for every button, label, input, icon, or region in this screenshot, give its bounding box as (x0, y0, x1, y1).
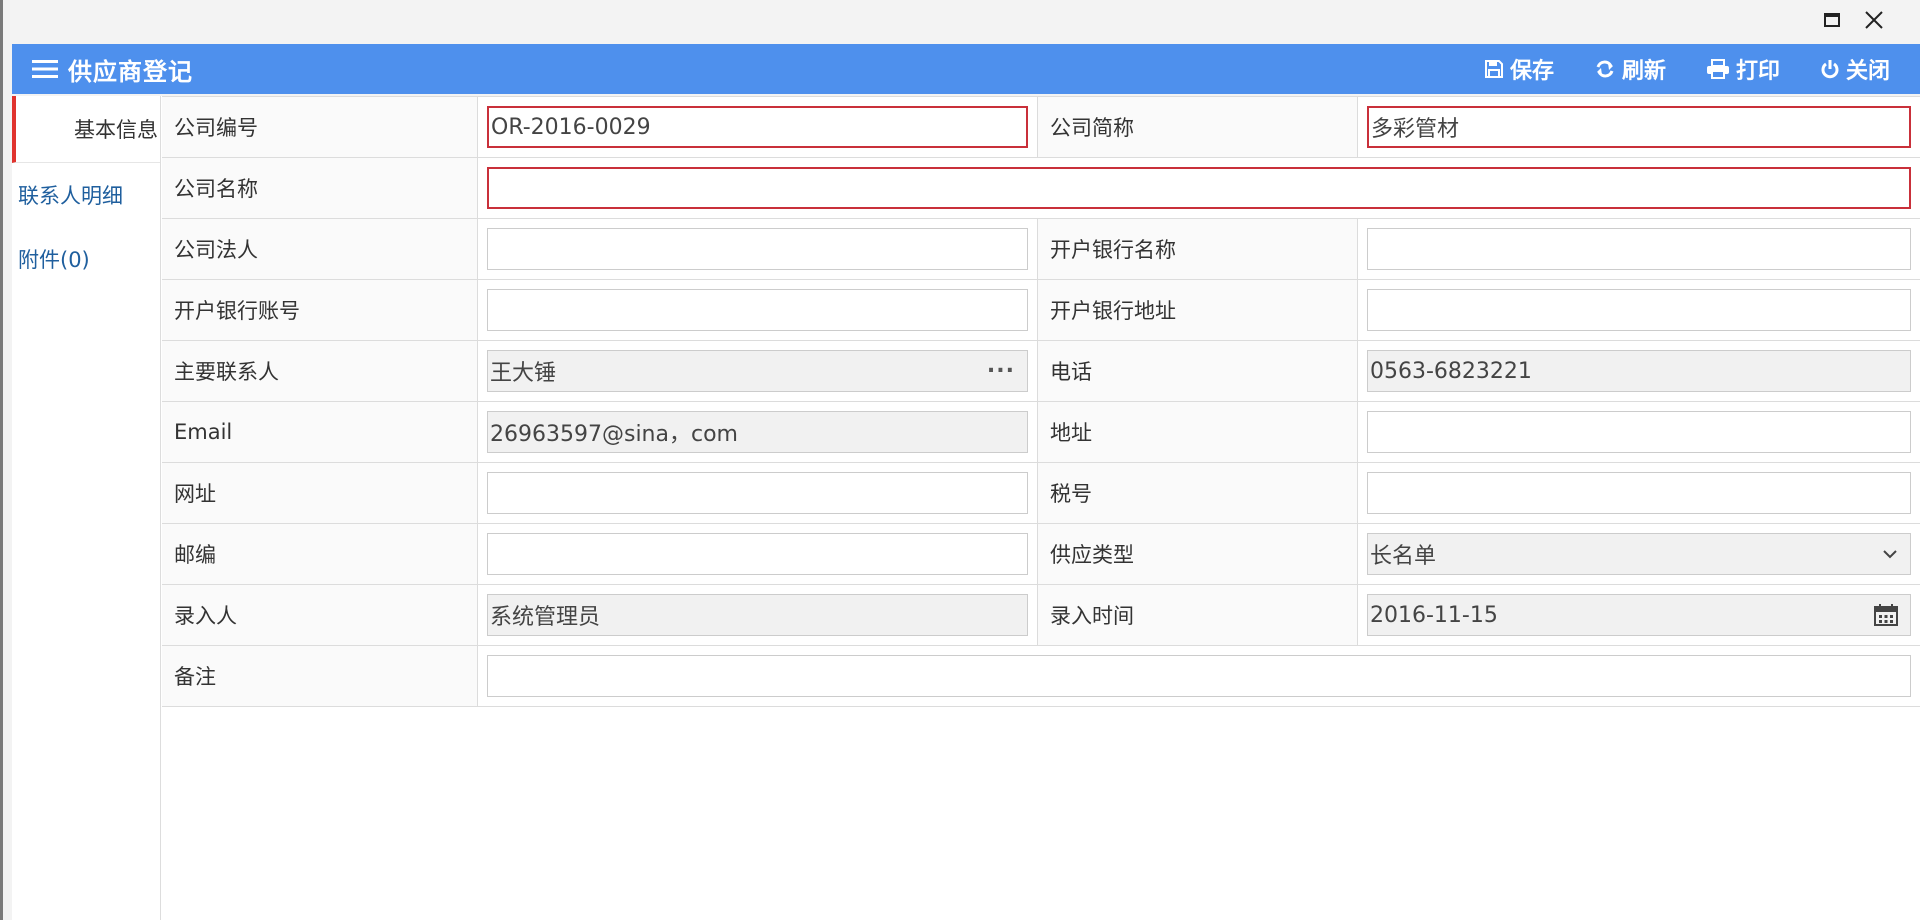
main-contact-value: 王大锤 (490, 361, 557, 386)
header-title-group: 供应商登记 (32, 52, 193, 87)
tab-attachments-label: 附件(0) (18, 248, 90, 272)
bank-account-input[interactable] (487, 289, 1028, 331)
form-row: 公司编号 OR-2016-0029 公司简称 多彩管材 (162, 96, 1920, 158)
postcode-label: 邮编 (162, 524, 478, 584)
address-label: 地址 (1038, 402, 1358, 462)
entry-time-label: 录入时间 (1038, 585, 1358, 645)
save-icon (1484, 60, 1503, 78)
email-input[interactable]: 26963597@sina，com (487, 411, 1028, 453)
refresh-label: 刷新 (1621, 59, 1666, 84)
close-window-button[interactable] (1862, 8, 1886, 32)
company-name-label: 公司名称 (162, 158, 478, 218)
power-icon (1821, 60, 1839, 79)
maximize-icon (1824, 13, 1840, 27)
tax-no-label: 税号 (1038, 463, 1358, 523)
tab-contacts[interactable]: 联系人明细 (12, 163, 160, 227)
phone-label: 电话 (1038, 341, 1358, 401)
print-label: 打印 (1735, 59, 1780, 84)
form-row: 录入人 系统管理员 录入时间 2016-11-15 (162, 585, 1920, 646)
entered-by-input: 系统管理员 (487, 594, 1028, 636)
entry-time-input[interactable]: 2016-11-15 (1367, 594, 1911, 636)
form-row: Email 26963597@sina，com 地址 (162, 402, 1920, 463)
tab-attachments[interactable]: 附件(0) (12, 227, 160, 291)
maximize-button[interactable] (1820, 8, 1844, 32)
save-label: 保存 (1509, 59, 1554, 84)
bank-account-label: 开户银行账号 (162, 280, 478, 340)
supplier-form: 公司编号 OR-2016-0029 公司简称 多彩管材 公司名称 公司法人 开户… (162, 96, 1920, 707)
form-row: 主要联系人 王大锤 ··· 电话 0563-6823221 (162, 341, 1920, 402)
company-code-input[interactable]: OR-2016-0029 (487, 106, 1028, 148)
supply-type-value: 长名单 (1370, 544, 1437, 569)
refresh-icon (1596, 60, 1614, 78)
form-row: 网址 税号 (162, 463, 1920, 524)
entry-time-value: 2016-11-15 (1370, 602, 1498, 628)
postcode-input[interactable] (487, 533, 1028, 575)
main-contact-input[interactable]: 王大锤 ··· (487, 350, 1028, 392)
tab-basic-info[interactable]: 基本信息 (12, 96, 160, 163)
email-label: Email (162, 402, 478, 462)
legal-person-label: 公司法人 (162, 219, 478, 279)
company-short-input[interactable]: 多彩管材 (1367, 106, 1911, 148)
company-short-label: 公司简称 (1038, 97, 1358, 157)
remarks-input[interactable] (487, 655, 1911, 697)
company-name-input[interactable] (487, 167, 1911, 209)
window-left-border (0, 0, 3, 920)
website-input[interactable] (487, 472, 1028, 514)
form-row: 备注 (162, 646, 1920, 707)
phone-input[interactable]: 0563-6823221 (1367, 350, 1911, 392)
header-bar: 供应商登记 保存 刷新 打印 关闭 (12, 44, 1920, 94)
toolbar: 保存 刷新 打印 关闭 (1444, 44, 1890, 94)
refresh-button[interactable]: 刷新 (1594, 53, 1666, 85)
bank-address-label: 开户银行地址 (1038, 280, 1358, 340)
form-row: 邮编 供应类型 长名单 (162, 524, 1920, 585)
close-button[interactable]: 关闭 (1820, 53, 1890, 85)
tax-no-input[interactable] (1367, 472, 1911, 514)
address-input[interactable] (1367, 411, 1911, 453)
tab-contacts-label: 联系人明细 (18, 184, 123, 208)
tab-basic-info-label: 基本信息 (74, 118, 158, 142)
bank-name-label: 开户银行名称 (1038, 219, 1358, 279)
window-controls (1820, 8, 1886, 32)
company-code-label: 公司编号 (162, 97, 478, 157)
sidebar: 基本信息 联系人明细 附件(0) (12, 96, 161, 920)
close-label: 关闭 (1845, 59, 1890, 84)
main-contact-label: 主要联系人 (162, 341, 478, 401)
form-row: 公司法人 开户银行名称 (162, 219, 1920, 280)
chevron-down-icon[interactable] (1882, 549, 1898, 559)
main-content: 基本信息 联系人明细 附件(0) 公司编号 OR-2016-0029 公司简称 … (12, 96, 1920, 920)
print-button[interactable]: 打印 (1706, 53, 1780, 85)
supply-type-select[interactable]: 长名单 (1367, 533, 1911, 575)
form-row: 公司名称 (162, 158, 1920, 219)
remarks-label: 备注 (162, 646, 478, 706)
close-icon (1865, 11, 1883, 29)
website-label: 网址 (162, 463, 478, 523)
form-row: 开户银行账号 开户银行地址 (162, 280, 1920, 341)
page-title: 供应商登记 (68, 57, 193, 86)
entered-by-label: 录入人 (162, 585, 478, 645)
bank-name-input[interactable] (1367, 228, 1911, 270)
hamburger-menu-icon[interactable] (32, 59, 58, 79)
supply-type-label: 供应类型 (1038, 524, 1358, 584)
save-button[interactable]: 保存 (1484, 53, 1554, 85)
calendar-icon[interactable] (1874, 604, 1898, 626)
contact-picker-button[interactable]: ··· (987, 359, 1015, 384)
bank-address-input[interactable] (1367, 289, 1911, 331)
legal-person-input[interactable] (487, 228, 1028, 270)
printer-icon (1706, 59, 1729, 79)
